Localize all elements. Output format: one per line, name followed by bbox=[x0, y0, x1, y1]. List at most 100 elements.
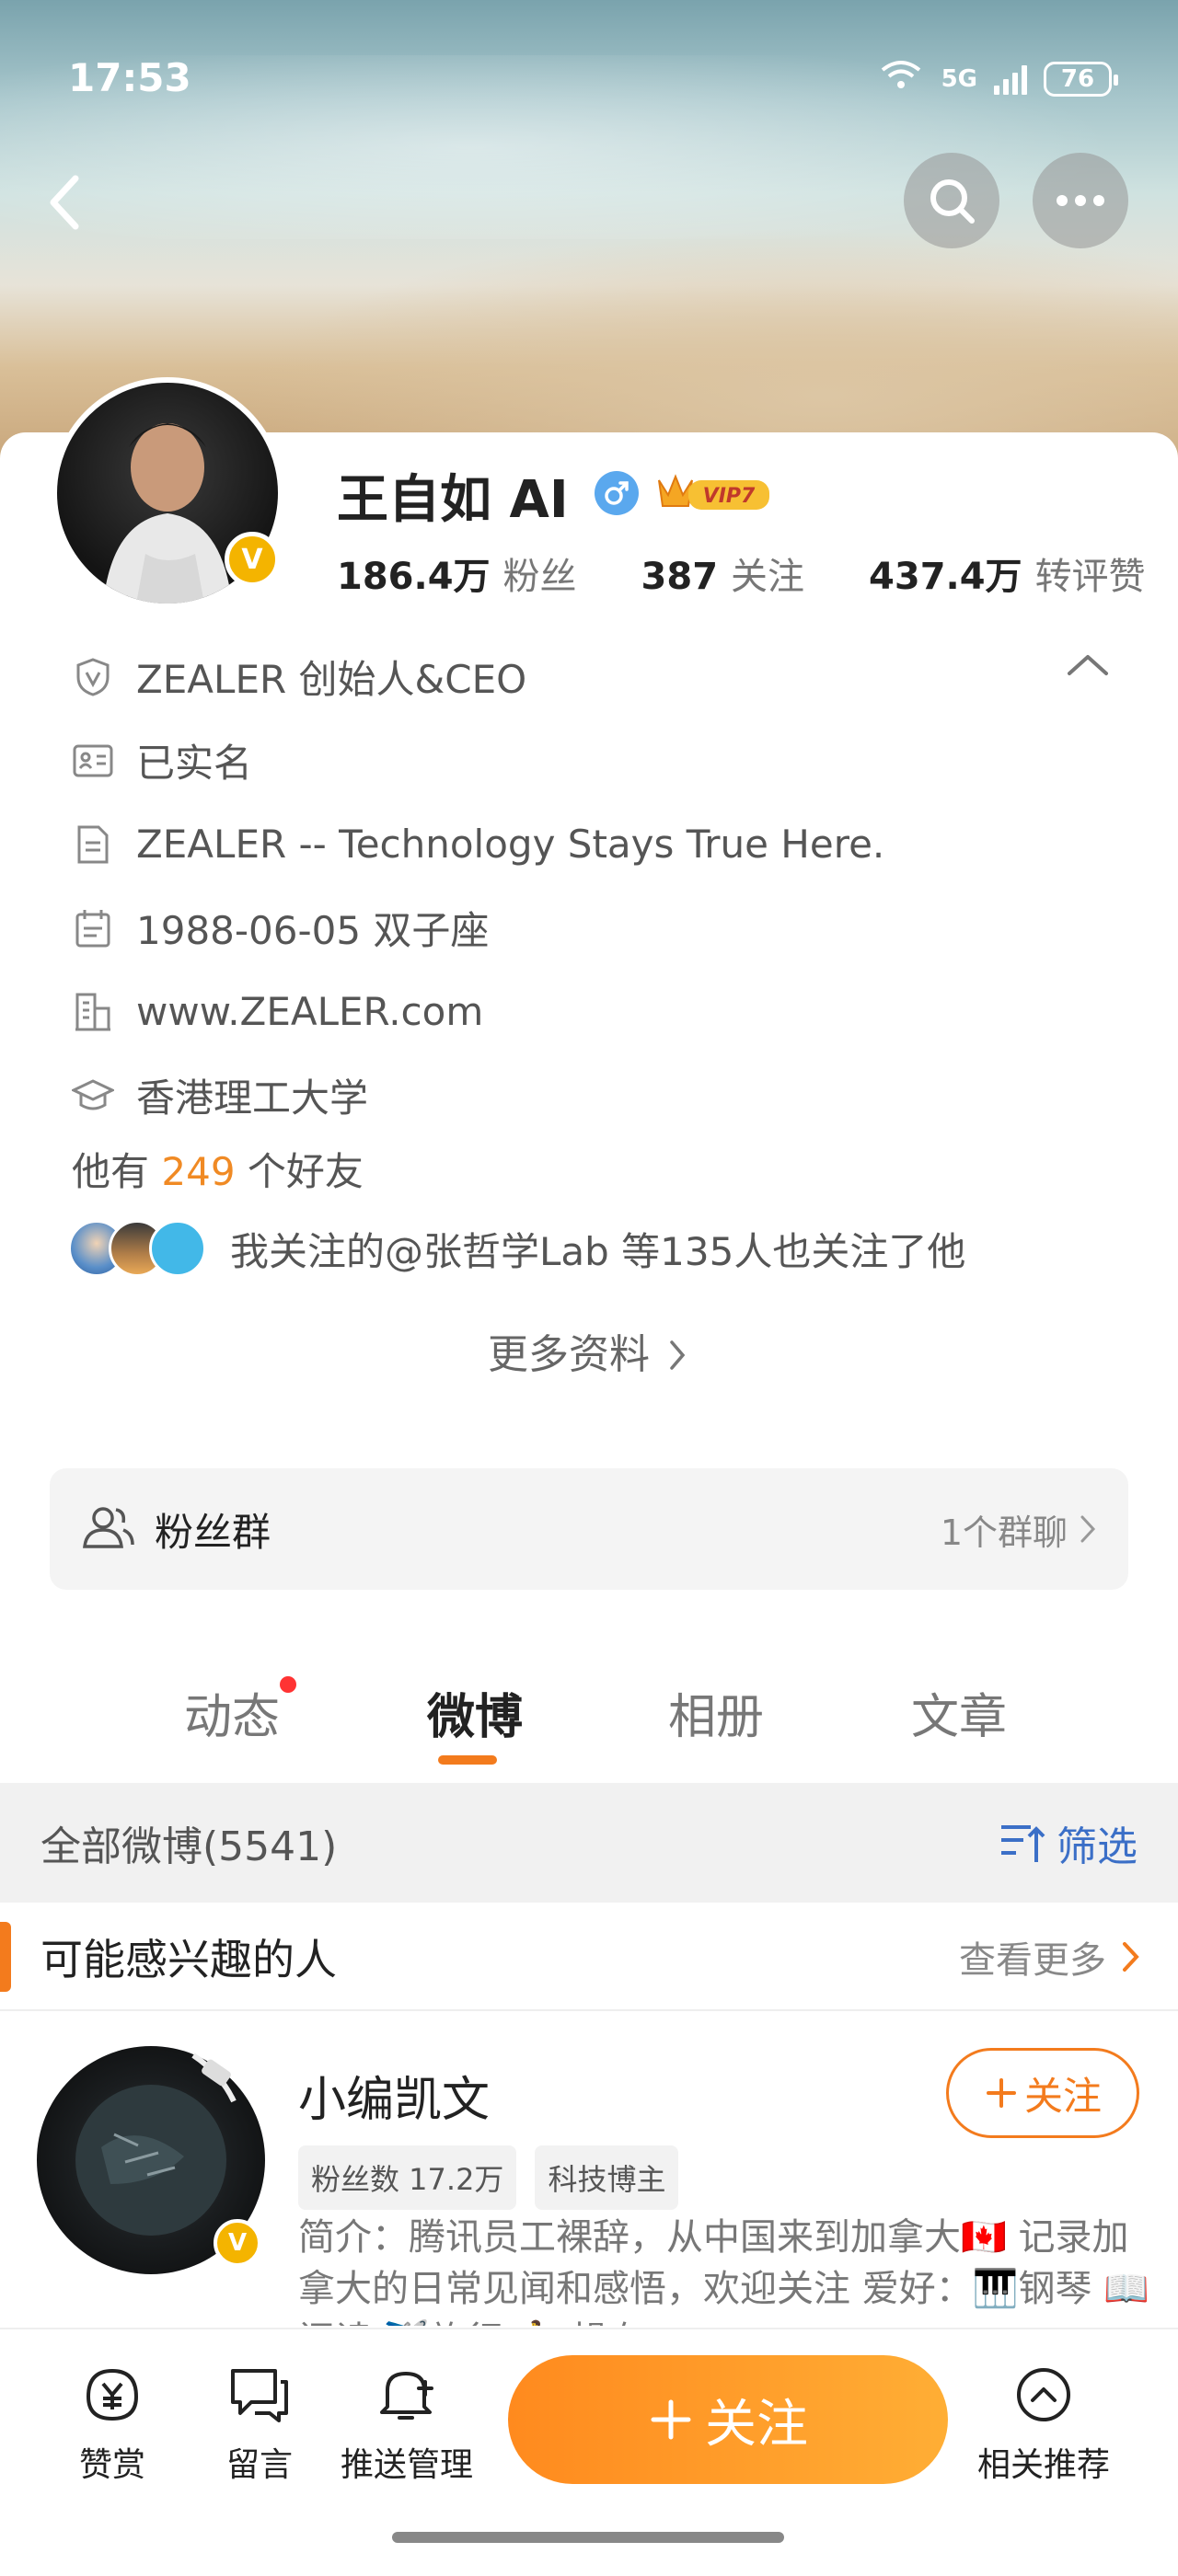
verified-badge: V bbox=[225, 532, 280, 587]
shield-v-icon bbox=[72, 656, 114, 698]
info-text: www.ZEALER.com bbox=[136, 989, 484, 1034]
unread-dot bbox=[280, 1676, 296, 1693]
info-row-bio: ZEALER -- Technology Stays True Here. bbox=[72, 802, 1112, 886]
stat-value: 387 bbox=[641, 556, 719, 598]
status-icons: 5G 76 bbox=[877, 57, 1118, 100]
status-time: 17:53 bbox=[68, 55, 191, 100]
recommend-tag: 粉丝数 17.2万 bbox=[298, 2145, 517, 2210]
section-accent-bar bbox=[0, 1922, 11, 1992]
stat-label: 关注 bbox=[731, 556, 805, 598]
info-row-title: ZEALER 创始人&CEO bbox=[72, 635, 1112, 719]
fan-group-entry[interactable]: 粉丝群 1个群聊 bbox=[50, 1468, 1128, 1590]
chevron-right-icon bbox=[670, 1340, 686, 1370]
recommend-more-label: 查看更多 bbox=[959, 1939, 1106, 1982]
recommend-follow-button[interactable]: 关注 bbox=[946, 2048, 1139, 2138]
stat-following[interactable]: 387 关注 bbox=[641, 546, 805, 600]
status-bar: 17:53 5G 76 bbox=[0, 0, 1178, 156]
follow-label: 关注 bbox=[705, 2394, 808, 2455]
mutual-follow-row[interactable]: 我关注的@张哲学Lab 等135人也关注了他 bbox=[68, 1220, 965, 1277]
recommend-user-card[interactable]: V 小编凯文 关注 粉丝数 17.2万 科技博主 简介：腾讯员工裸辞，从中国来到… bbox=[0, 2013, 1178, 2326]
verified-badge: V bbox=[214, 2219, 261, 2267]
follow-button[interactable]: 关注 bbox=[508, 2355, 948, 2484]
search-button[interactable] bbox=[904, 153, 999, 248]
push-settings-label: 推送管理 bbox=[341, 2446, 474, 2484]
stat-interactions[interactable]: 437.4万 转评赞 bbox=[869, 546, 1146, 600]
wifi-icon bbox=[877, 57, 925, 100]
filter-button[interactable]: 筛选 bbox=[999, 1813, 1138, 1872]
network-label: 5G bbox=[941, 64, 977, 93]
recommend-description: 简介：腾讯员工裸辞，从中国来到加拿大🇨🇦 记录加拿大的日常见闻和感悟，欢迎关注 … bbox=[298, 2216, 1150, 2326]
friends-suffix: 个好友 bbox=[247, 1149, 364, 1194]
tab-updates[interactable]: 动态 bbox=[184, 1678, 280, 1747]
chevron-left-icon bbox=[50, 175, 79, 230]
signal-icon bbox=[994, 63, 1027, 95]
graduation-cap-icon bbox=[72, 1075, 114, 1117]
stat-value: 186.4万 bbox=[337, 556, 491, 598]
profile-tabs: 动态 微博 相册 文章 bbox=[0, 1665, 1178, 1766]
info-text: 香港理工大学 bbox=[136, 1075, 369, 1121]
stat-value: 437.4万 bbox=[869, 556, 1022, 598]
profile-stats: 186.4万 粉丝 387 关注 437.4万 转评赞 bbox=[337, 546, 1146, 600]
more-info-link[interactable]: 更多资料 bbox=[0, 1321, 1178, 1380]
plus-icon bbox=[986, 2078, 1016, 2108]
fan-group-count: 1个群聊 bbox=[940, 1512, 1068, 1553]
recommend-title: 可能感兴趣的人 bbox=[40, 1935, 337, 1984]
reward-button[interactable]: 赞赏 bbox=[79, 2363, 145, 2486]
related-recommend-button[interactable]: 相关推荐 bbox=[977, 2363, 1110, 2486]
chevron-up-circle-icon bbox=[1011, 2363, 1076, 2427]
message-button[interactable]: 留言 bbox=[226, 2363, 293, 2486]
info-row-verified: 已实名 bbox=[72, 719, 1112, 802]
battery-icon: 76 bbox=[1044, 61, 1118, 97]
recommend-more-link[interactable]: 查看更多 bbox=[959, 1930, 1141, 1984]
all-weibo-count: 全部微博(5541) bbox=[40, 1823, 338, 1870]
id-card-icon bbox=[72, 740, 114, 782]
filter-sort-icon bbox=[1001, 1825, 1045, 1862]
chevron-right-icon bbox=[1123, 1942, 1139, 1972]
male-icon bbox=[595, 471, 639, 515]
stat-label: 转评赞 bbox=[1034, 556, 1146, 598]
tab-album[interactable]: 相册 bbox=[668, 1678, 764, 1747]
recommend-header: 可能感兴趣的人 查看更多 bbox=[0, 1904, 1178, 2011]
plus-icon bbox=[651, 2399, 691, 2440]
message-label: 留言 bbox=[226, 2446, 294, 2484]
info-row-birthday: 1988-06-05 双子座 bbox=[72, 886, 1112, 970]
group-icon bbox=[81, 1504, 134, 1554]
bell-plus-icon bbox=[375, 2363, 439, 2427]
search-icon bbox=[930, 179, 975, 224]
battery-level: 76 bbox=[1060, 64, 1095, 93]
chevron-right-icon bbox=[1080, 1515, 1096, 1543]
stat-fans[interactable]: 186.4万 粉丝 bbox=[337, 546, 577, 600]
recommend-follow-label: 关注 bbox=[1023, 2073, 1102, 2119]
document-icon bbox=[72, 823, 114, 866]
building-icon bbox=[72, 991, 114, 1033]
filter-bar: 全部微博(5541) 筛选 bbox=[0, 1783, 1178, 1903]
friends-prefix: 他有 bbox=[72, 1149, 150, 1194]
tab-weibo[interactable]: 微博 bbox=[427, 1678, 523, 1747]
recommend-tags: 粉丝数 17.2万 科技博主 bbox=[298, 2145, 679, 2210]
info-text: ZEALER -- Technology Stays True Here. bbox=[136, 822, 885, 867]
yen-coin-icon bbox=[80, 2363, 144, 2427]
info-row-school: 香港理工大学 bbox=[72, 1053, 1112, 1137]
more-button[interactable] bbox=[1033, 153, 1128, 248]
recommend-tag: 科技博主 bbox=[535, 2145, 679, 2210]
push-settings-button[interactable]: 推送管理 bbox=[341, 2363, 473, 2486]
more-info-label: 更多资料 bbox=[488, 1331, 650, 1378]
recommend-name: 小编凯文 bbox=[298, 2073, 491, 2128]
profile-info-list: ZEALER 创始人&CEO 已实名 ZEALER -- Technology … bbox=[72, 635, 1112, 1137]
related-recommend-label: 相关推荐 bbox=[977, 2446, 1111, 2484]
fan-group-label: 粉丝群 bbox=[155, 1509, 271, 1555]
back-button[interactable] bbox=[37, 166, 92, 239]
mutual-follow-text: 我关注的@张哲学Lab 等135人也关注了他 bbox=[230, 1228, 966, 1274]
more-dots-icon bbox=[1057, 195, 1104, 206]
profile-name: 王自如 AI bbox=[337, 470, 569, 530]
vip-crown-badge[interactable]: VIP7 bbox=[655, 467, 773, 513]
friends-count-row[interactable]: 他有 249 个好友 bbox=[72, 1141, 364, 1197]
friends-count: 249 bbox=[161, 1149, 236, 1194]
calendar-icon bbox=[72, 907, 114, 949]
tab-articles[interactable]: 文章 bbox=[911, 1678, 1007, 1747]
info-row-website[interactable]: www.ZEALER.com bbox=[72, 970, 1112, 1053]
home-indicator[interactable] bbox=[392, 2532, 784, 2543]
stat-label: 粉丝 bbox=[502, 556, 577, 598]
tab-indicator bbox=[438, 1755, 497, 1765]
info-text: 已实名 bbox=[136, 741, 253, 786]
